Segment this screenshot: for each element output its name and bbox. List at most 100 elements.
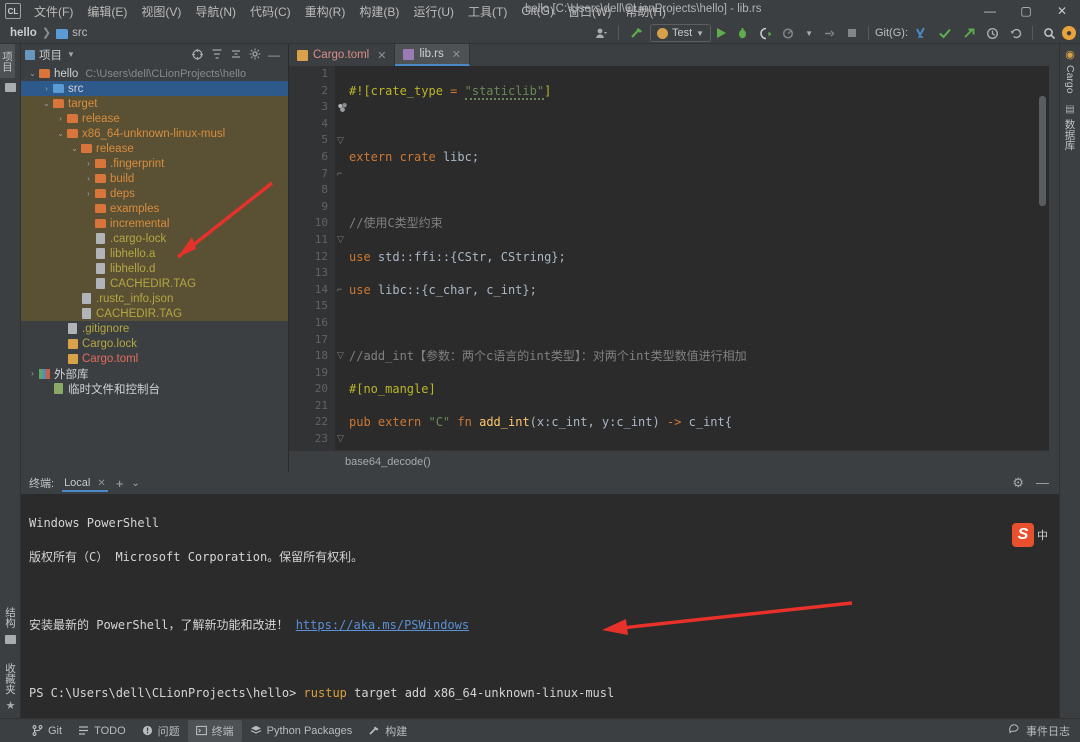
tree-node--[interactable]: 临时文件和控制台 xyxy=(21,381,288,396)
project-tree[interactable]: ⌄ hello C:\Users\dell\CLionProjects\hello ›… xyxy=(21,66,288,472)
chevron-right-icon[interactable]: › xyxy=(83,174,94,183)
terminal-output[interactable]: Windows PowerShell 版权所有（C） Microsoft Cor… xyxy=(21,494,1059,734)
menu-item-run[interactable]: 运行(U) xyxy=(406,1,461,22)
tree-node-libhello-a[interactable]: libhello.a xyxy=(21,246,288,261)
tool-window-button-favorites[interactable]: 收藏夹 xyxy=(0,659,21,699)
status-bar-item-git[interactable]: Git xyxy=(24,722,70,740)
tree-node-incremental[interactable]: incremental xyxy=(21,216,288,231)
terminal-tab-local[interactable]: Local ✕ xyxy=(62,475,108,492)
chevron-right-icon[interactable]: › xyxy=(27,369,38,378)
breadcrumb-project[interactable]: hello xyxy=(10,27,37,39)
minimize-button[interactable]: — xyxy=(972,0,1008,22)
settings-gear-icon[interactable] xyxy=(249,48,261,62)
chevron-right-icon[interactable]: › xyxy=(83,159,94,168)
tool-window-button-structure[interactable]: 结构 xyxy=(0,603,21,632)
editor-breadcrumb[interactable]: base64_decode() xyxy=(345,456,431,468)
git-push-icon[interactable] xyxy=(958,27,980,40)
chevron-right-icon[interactable]: › xyxy=(41,84,52,93)
menu-item-code[interactable]: 代码(C) xyxy=(243,1,298,22)
close-icon[interactable]: ✕ xyxy=(452,48,461,61)
hide-panel-icon[interactable]: — xyxy=(268,49,280,61)
tree-node-build[interactable]: › build xyxy=(21,171,288,186)
close-icon[interactable]: ✕ xyxy=(377,49,386,62)
chevron-right-icon[interactable]: › xyxy=(83,189,94,198)
tree-node-hello[interactable]: ⌄ hello C:\Users\dell\CLionProjects\hello xyxy=(21,66,288,81)
close-icon[interactable]: ✕ xyxy=(97,478,105,489)
tool-window-button-database[interactable]: 数据库 xyxy=(1063,115,1078,155)
tree-node-cargo-lock[interactable]: Cargo.lock xyxy=(21,336,288,351)
search-icon[interactable] xyxy=(1039,27,1060,40)
tree-node-cargo-toml[interactable]: Cargo.toml xyxy=(21,351,288,366)
tree-node-deps[interactable]: › deps xyxy=(21,186,288,201)
tree-node-examples[interactable]: examples xyxy=(21,201,288,216)
editor-scrollbar[interactable] xyxy=(1039,96,1046,206)
chevron-down-icon[interactable]: ▼ xyxy=(801,29,817,38)
collapse-icon[interactable] xyxy=(211,48,223,62)
tree-node-target[interactable]: ⌄ target xyxy=(21,96,288,111)
code-editor[interactable]: 1234 5678 9 10 11 12 13 14 15 16 17 18 19 20 21 22… xyxy=(289,66,1049,450)
build-icon[interactable] xyxy=(625,26,648,40)
git-update-icon[interactable] xyxy=(910,27,932,40)
status-bar-item-problems[interactable]: 问题 xyxy=(134,720,188,742)
tree-node-cachedir-tag[interactable]: CACHEDIR.TAG xyxy=(21,306,288,321)
status-bar-item-terminal[interactable]: 终端 xyxy=(187,719,242,742)
tree-node--gitignore[interactable]: .gitignore xyxy=(21,321,288,336)
run-icon[interactable] xyxy=(713,28,730,38)
tree-node-src[interactable]: › src xyxy=(21,81,288,96)
tool-window-button-project[interactable]: 项目 xyxy=(0,44,15,78)
tab-cargo-toml[interactable]: Cargo.toml ✕ xyxy=(289,44,396,66)
user-icon[interactable] xyxy=(591,27,612,39)
account-icon[interactable]: ● xyxy=(1062,26,1076,40)
git-commit-icon[interactable] xyxy=(934,27,956,40)
menu-item-view[interactable]: 视图(V) xyxy=(134,1,188,22)
tree-node-release[interactable]: › release xyxy=(21,111,288,126)
code-content[interactable]: #![crate_type = "staticlib"] extern crat… xyxy=(349,66,1031,450)
powershell-link[interactable]: https://aka.ms/PSWindows xyxy=(296,618,469,632)
folder-icon[interactable] xyxy=(0,78,20,96)
status-bar-item-todo[interactable]: TODO xyxy=(70,722,134,740)
add-terminal-icon[interactable]: + xyxy=(116,476,124,491)
stop-icon[interactable] xyxy=(842,27,862,39)
attach-icon[interactable] xyxy=(819,27,840,40)
menu-item-edit[interactable]: 编辑(E) xyxy=(80,1,134,22)
coverage-icon[interactable] xyxy=(755,27,776,40)
tree-node-x86-64-unknown-linux-musl[interactable]: ⌄ x86_64-unknown-linux-musl xyxy=(21,126,288,141)
chevron-down-icon[interactable]: ⌄ xyxy=(41,99,52,108)
tree-node--rustc-info-json[interactable]: .rustc_info.json xyxy=(21,291,288,306)
chevron-down-icon[interactable]: ⌄ xyxy=(131,478,139,489)
fold-gutter[interactable]: ▽ ⌐ ▽ ⌐ ▽ ▽ xyxy=(335,66,349,450)
expand-icon[interactable] xyxy=(230,48,242,62)
profile-icon[interactable] xyxy=(778,27,799,40)
tree-node-cachedir-tag[interactable]: CACHEDIR.TAG xyxy=(21,276,288,291)
settings-gear-icon[interactable]: ⚙ xyxy=(1012,475,1024,491)
maximize-button[interactable]: ▢ xyxy=(1008,0,1044,22)
menu-item-refactor[interactable]: 重构(R) xyxy=(298,1,353,22)
menu-item-file[interactable]: 文件(F) xyxy=(27,1,80,22)
git-rollback-icon[interactable] xyxy=(1005,27,1026,40)
breadcrumb-folder[interactable]: src xyxy=(72,27,87,39)
chevron-down-icon[interactable]: ▼ xyxy=(67,51,75,59)
status-bar-item-python-packages[interactable]: Python Packages xyxy=(242,722,361,740)
tree-node-release[interactable]: ⌄ release xyxy=(21,141,288,156)
hide-panel-icon[interactable]: — xyxy=(1036,475,1049,491)
target-icon[interactable] xyxy=(191,48,204,63)
tree-node--cargo-lock[interactable]: .cargo-lock xyxy=(21,231,288,246)
menu-item-build[interactable]: 构建(B) xyxy=(352,1,406,22)
status-bar-label-event-log[interactable]: 事件日志 xyxy=(1026,723,1070,739)
tree-node-libhello-d[interactable]: libhello.d xyxy=(21,261,288,276)
chevron-right-icon[interactable]: › xyxy=(55,114,66,123)
git-history-icon[interactable] xyxy=(982,27,1003,40)
chevron-down-icon[interactable]: ⌄ xyxy=(69,144,80,153)
chevron-down-icon[interactable]: ⌄ xyxy=(27,69,38,78)
chevron-down-icon[interactable]: ⌄ xyxy=(55,129,66,138)
tab-lib-rs[interactable]: lib.rs ✕ xyxy=(395,44,470,66)
tool-window-button-cargo[interactable]: Cargo xyxy=(1064,61,1076,98)
menu-item-tools[interactable]: 工具(T) xyxy=(461,1,514,22)
run-configuration-selector[interactable]: Test ▼ xyxy=(649,24,712,42)
status-bar-item-build[interactable]: 构建 xyxy=(360,720,415,742)
tree-node--fingerprint[interactable]: › .fingerprint xyxy=(21,156,288,171)
menu-item-navigate[interactable]: 导航(N) xyxy=(188,1,243,22)
debug-icon[interactable] xyxy=(732,27,753,40)
tree-node--[interactable]: › 外部库 xyxy=(21,366,288,381)
close-button[interactable]: ✕ xyxy=(1044,0,1080,22)
